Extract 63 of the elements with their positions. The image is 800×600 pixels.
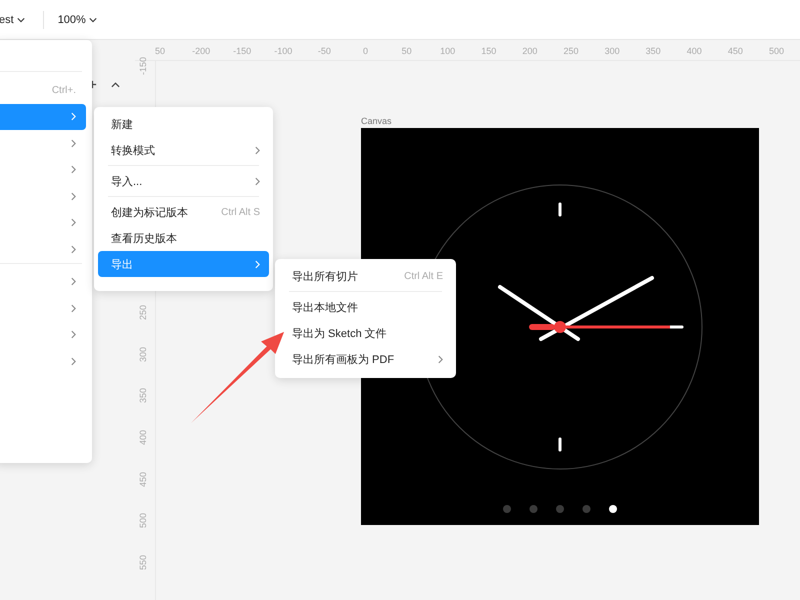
chevron-right-icon xyxy=(255,176,260,186)
menu-item[interactable]: 转换模式 xyxy=(98,137,269,163)
menu-item[interactable]: 新建 xyxy=(98,111,269,137)
chevron-right-icon xyxy=(255,146,260,154)
ruler-label: 350 xyxy=(139,388,149,404)
hour-marker xyxy=(558,202,562,216)
menu-item[interactable]: 导出本地文件 xyxy=(279,294,452,320)
ruler-label: 450 xyxy=(726,46,744,56)
page-dot[interactable] xyxy=(582,505,590,513)
ruler-label: -200 xyxy=(191,46,212,56)
ruler-label: 200 xyxy=(521,46,538,56)
chevron-right-icon xyxy=(71,192,76,201)
ruler-label: 450 xyxy=(139,472,149,488)
hour-marker xyxy=(558,438,562,452)
page-dot[interactable] xyxy=(530,505,538,513)
ruler-label: 250 xyxy=(139,305,149,320)
menu-item[interactable]: 导出为 Sketch 文件 xyxy=(279,320,452,346)
chevron-right-icon xyxy=(71,277,76,286)
chevron-down-icon xyxy=(88,16,97,22)
chevron-right-icon xyxy=(71,138,76,148)
shortcut-label: Ctrl+. xyxy=(52,84,76,96)
ruler-label: -100 xyxy=(273,46,294,56)
ruler-label: 300 xyxy=(604,46,621,56)
ruler-label: 250 xyxy=(562,46,580,56)
chevron-right-icon xyxy=(71,304,76,313)
ruler-label: 550 xyxy=(139,555,149,570)
menu-item[interactable]: 导出所有画板为 PDF xyxy=(279,346,452,372)
ruler-label: 50 xyxy=(400,46,413,56)
artboard-label: Canvas xyxy=(361,116,392,126)
page-dot[interactable] xyxy=(556,505,564,513)
ruler-label: 100 xyxy=(439,46,456,56)
ruler-label: 300 xyxy=(139,347,149,362)
menu-item[interactable] xyxy=(0,104,86,130)
ruler-label: 50 xyxy=(154,46,166,56)
ruler-label: 500 xyxy=(139,513,149,528)
menu-item[interactable]: 查看历史版本 xyxy=(98,225,269,251)
ruler-label: -50 xyxy=(316,46,332,56)
chevron-down-icon xyxy=(16,16,25,22)
ruler-label: 150 xyxy=(480,46,498,56)
ruler-label: 400 xyxy=(139,430,149,446)
shortcut-label: Ctrl Alt E xyxy=(404,270,443,282)
shortcut-label: Ctrl Alt S xyxy=(221,206,260,218)
page-dot[interactable] xyxy=(609,505,617,513)
chevron-right-icon xyxy=(71,112,76,122)
menu-item[interactable]: 创建为标记版本 Ctrl Alt S xyxy=(98,199,269,225)
menu-item[interactable]: 导入... xyxy=(98,168,269,194)
zoom-dropdown[interactable]: 100% xyxy=(58,12,97,28)
ruler-label: 500 xyxy=(768,46,786,56)
chevron-right-icon xyxy=(255,260,260,268)
page-dot[interactable] xyxy=(503,505,511,513)
ruler-label: 400 xyxy=(686,46,703,56)
chevron-right-icon xyxy=(438,354,443,364)
chevron-right-icon xyxy=(71,330,76,340)
chevron-right-icon xyxy=(71,356,76,366)
menu-item[interactable]: 导出所有切片 Ctrl Alt E xyxy=(279,263,452,289)
ruler-label: 0 xyxy=(362,46,369,56)
chevron-right-icon xyxy=(71,165,76,174)
chevron-right-icon xyxy=(71,244,76,254)
ruler-label: -150 xyxy=(232,46,252,56)
caret-up-icon[interactable] xyxy=(111,82,120,88)
ruler-label: -150 xyxy=(139,57,149,76)
chevron-right-icon xyxy=(71,218,76,228)
ruler-label: 350 xyxy=(644,46,662,56)
